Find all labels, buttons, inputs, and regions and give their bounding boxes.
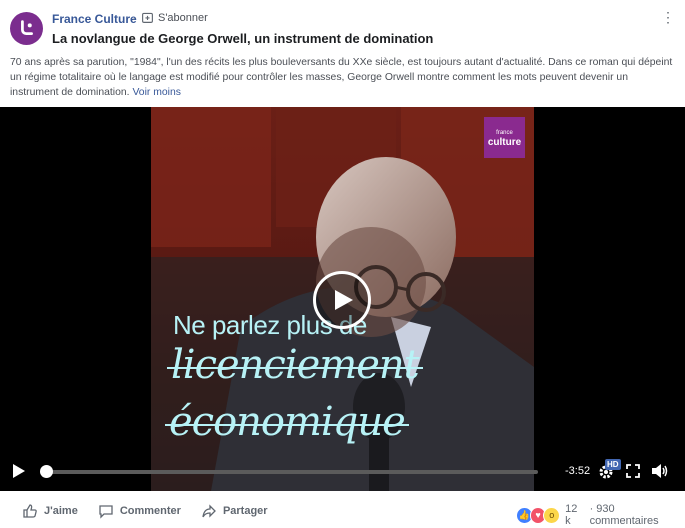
- like-button[interactable]: J'aime: [22, 503, 78, 519]
- video-post-card: France Culture · S'abonner La novlangue …: [0, 0, 685, 528]
- description-text: 70 ans après sa parution, "1984", l'un d…: [10, 57, 673, 98]
- reactions-summary: 👍 ♥ o 12 k · 930 commentaires: [516, 503, 685, 527]
- caption-line-3: économique: [165, 399, 409, 445]
- comment-button[interactable]: Commenter: [98, 503, 181, 519]
- subscribe-label: S'abonner: [158, 11, 208, 24]
- see-less-link[interactable]: Voir moins: [132, 87, 181, 98]
- comment-icon: [99, 505, 113, 519]
- play-icon: [335, 290, 353, 310]
- post-actions: J'aime Commenter Partager: [22, 503, 268, 519]
- share-icon: [202, 504, 216, 518]
- play-overlay-button[interactable]: [313, 271, 371, 329]
- comment-label: Commenter: [119, 505, 181, 517]
- thumbs-up-icon: [23, 504, 37, 518]
- volume-icon[interactable]: [651, 463, 669, 479]
- logo-bottom-text: culture: [487, 136, 522, 148]
- hd-badge: HD: [605, 459, 621, 470]
- wow-reaction-icon: o: [543, 506, 561, 524]
- fullscreen-icon[interactable]: [626, 464, 640, 478]
- time-remaining: -3:52: [565, 465, 591, 477]
- video-player[interactable]: france culture Ne parlez plus de licenci…: [0, 107, 685, 491]
- progress-bar[interactable]: [46, 470, 538, 474]
- control-play-icon[interactable]: [12, 463, 26, 479]
- reaction-count[interactable]: 12 k: [565, 503, 585, 527]
- more-options-icon[interactable]: ⋮: [661, 10, 677, 28]
- subscribe-icon: [142, 12, 153, 23]
- subscribe-button[interactable]: S'abonner: [141, 11, 208, 24]
- like-label: J'aime: [44, 505, 78, 517]
- scrubber-handle[interactable]: [40, 465, 53, 478]
- post-description: 70 ans après sa parution, "1984", l'un d…: [10, 55, 678, 100]
- share-button[interactable]: Partager: [201, 503, 268, 519]
- page-name-link[interactable]: France Culture: [52, 12, 137, 26]
- separator-dot: ·: [132, 11, 136, 25]
- post-title: La novlangue de George Orwell, un instru…: [52, 31, 434, 46]
- france-culture-logo-icon: [20, 19, 33, 35]
- comment-count[interactable]: · 930 commentaires: [590, 503, 685, 527]
- share-label: Partager: [222, 505, 268, 517]
- page-avatar[interactable]: [10, 12, 43, 45]
- channel-logo: france culture: [484, 117, 525, 158]
- caption-line-2: licenciement: [167, 342, 423, 388]
